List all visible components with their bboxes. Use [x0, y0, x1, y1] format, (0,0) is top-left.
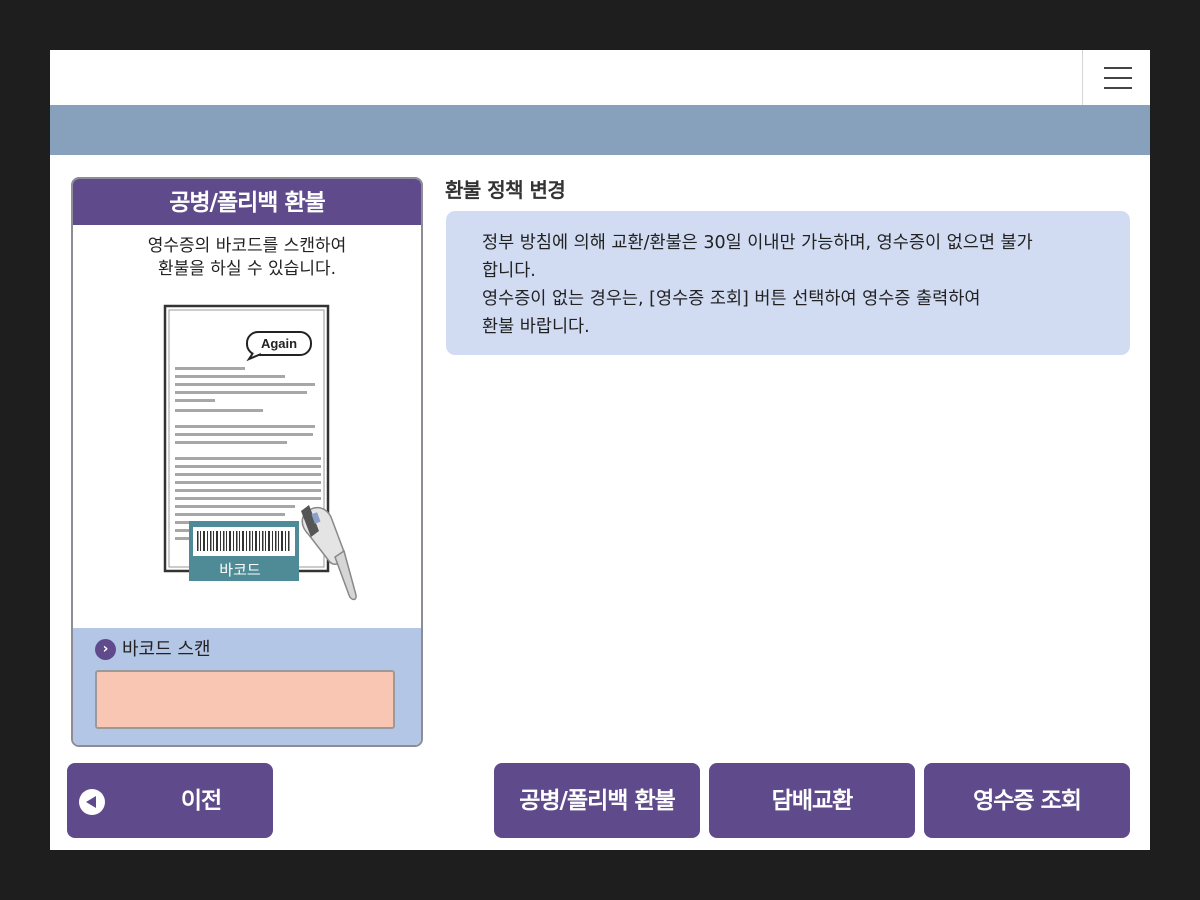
barcode-scan-label: › 바코드 스캔: [95, 639, 211, 661]
policy-notice: 정부 방침에 의해 교환/환불은 30일 이내만 가능하며, 영수증이 없으면 …: [446, 211, 1130, 355]
policy-line: 환불 바랍니다.: [482, 317, 590, 337]
policy-line: 합니다.: [482, 261, 536, 281]
barcode-tag-label: 바코드: [219, 562, 261, 579]
barcode-scan-input[interactable]: [95, 670, 395, 729]
hamburger-icon-line: [1104, 87, 1132, 89]
barcode-scan-label-text: 바코드 스캔: [122, 639, 211, 660]
top-bar: [50, 50, 1150, 105]
hamburger-icon-line: [1104, 77, 1132, 79]
refund-panel-title: 공병/폴리백 환불: [73, 179, 421, 225]
prev-clear-button[interactable]: 이전 [CLEAR]: [67, 763, 273, 838]
policy-line: 정부 방침에 의해 교환/환불은 30일 이내만 가능하며, 영수증이 없으면 …: [482, 233, 1033, 253]
tobacco-exchange-button[interactable]: 담배교환: [709, 763, 915, 838]
receipt-lookup-button[interactable]: 영수증 조회: [924, 763, 1130, 838]
description-line: 환불을 하실 수 있습니다.: [157, 259, 336, 279]
again-logo-text: Again: [261, 336, 297, 351]
refund-panel-description: 영수증의 바코드를 스캔하여 환불을 하실 수 있습니다.: [73, 235, 421, 281]
back-arrow-icon: [79, 789, 105, 815]
barcode-icon: [197, 531, 290, 551]
description-line: 영수증의 바코드를 스캔하여: [147, 236, 347, 256]
hamburger-icon-line: [1104, 67, 1132, 69]
receipt-scan-illustration: Again 바코드: [163, 304, 357, 601]
policy-line: 영수증이 없는 경우는, [영수증 조회] 버튼 선택하여 영수증 출력하여: [482, 289, 981, 309]
chevron-right-icon: ›: [95, 639, 116, 660]
kiosk-screen: 공병/폴리백 환불 영수증의 바코드를 스캔하여 환불을 하실 수 있습니다. …: [50, 50, 1150, 850]
header-band: [50, 105, 1150, 155]
refund-panel: 공병/폴리백 환불 영수증의 바코드를 스캔하여 환불을 하실 수 있습니다. …: [71, 177, 423, 747]
prev-clear-label: 이전 [CLEAR]: [180, 788, 222, 814]
policy-title: 환불 정책 변경: [445, 178, 566, 202]
barcode-scan-area: › 바코드 스캔: [73, 628, 421, 745]
refund-button[interactable]: 공병/폴리백 환불: [494, 763, 700, 838]
menu-button[interactable]: [1082, 50, 1150, 105]
